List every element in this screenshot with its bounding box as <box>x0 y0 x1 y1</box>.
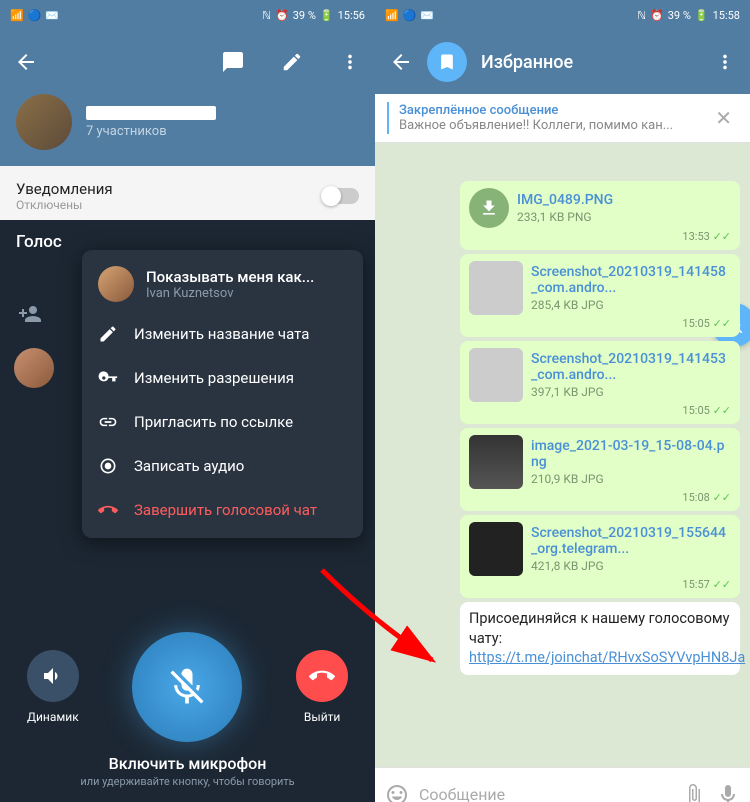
chat-icon[interactable] <box>221 50 245 74</box>
avatar <box>98 266 134 302</box>
attach-icon[interactable] <box>682 783 706 802</box>
more-icon[interactable] <box>339 51 361 73</box>
status-bar: 📶🔵✉️ ℕ⏰39 %🔋15:58 <box>375 0 750 30</box>
participant-avatar[interactable] <box>14 348 54 388</box>
mic-muted-icon <box>165 665 209 709</box>
screen-voice-chat: 📶🔵✉️ ℕ⏰39 %🔋15:56 7 участников Уведомлен… <box>0 0 375 802</box>
notifications-toggle[interactable] <box>323 188 359 204</box>
link-icon <box>98 412 118 432</box>
close-icon[interactable]: ✕ <box>709 106 738 130</box>
key-icon <box>98 368 118 388</box>
saved-avatar[interactable] <box>427 42 467 82</box>
record-icon <box>98 456 118 476</box>
screen-saved-messages: 📶🔵✉️ ℕ⏰39 %🔋15:58 Избранное Закреплённое… <box>375 0 750 802</box>
file-message[interactable]: Screenshot_20210319_155644_org.telegram.… <box>460 515 740 598</box>
menu-invite-link[interactable]: Пригласить по ссылке <box>82 400 363 444</box>
file-message[interactable]: image_2021-03-19_15-08-04.png 210,9 KB J… <box>460 428 740 511</box>
more-icon[interactable] <box>714 51 736 73</box>
thumbnail <box>469 522 523 576</box>
status-bar: 📶🔵✉️ ℕ⏰39 %🔋15:56 <box>0 0 375 30</box>
pencil-icon <box>98 324 118 344</box>
message-input[interactable] <box>419 785 672 802</box>
file-message[interactable]: IMG_0489.PNG 233,1 KB PNG 13:53 ✓✓ <box>460 181 740 250</box>
group-name-redacted <box>86 106 216 120</box>
menu-end-chat[interactable]: Завершить голосовой чат <box>82 488 363 532</box>
mic-button[interactable] <box>132 632 242 742</box>
pinned-message[interactable]: Закреплённое сообщение Важное объявление… <box>375 94 750 143</box>
chat-title[interactable]: Избранное <box>481 52 700 73</box>
edit-icon[interactable] <box>281 51 303 73</box>
header: Избранное <box>375 30 750 94</box>
group-info[interactable]: 7 участников <box>0 94 375 166</box>
group-avatar <box>16 94 72 150</box>
menu-rename[interactable]: Изменить название чата <box>82 312 363 356</box>
chat-area[interactable]: 08:53 ✓✓ IMG_0489.PNG 233,1 KB PNG 13:53… <box>375 143 750 767</box>
member-count: 7 участников <box>86 124 216 139</box>
join-link[interactable]: https://t.me/joinchat/RHvxSoSYVvpHN8Ja <box>469 649 745 666</box>
notifications-row[interactable]: Уведомления Отключены <box>0 166 375 227</box>
text-message[interactable]: Присоединяйся к нашему голосовому чату: … <box>460 602 740 675</box>
speaker-button[interactable]: Динамик <box>27 650 79 724</box>
file-message[interactable]: Screenshot_20210319_141458_com.andro... … <box>460 254 740 337</box>
call-controls: Динамик Выйти <box>0 632 375 742</box>
download-icon[interactable] <box>469 188 509 228</box>
voice-chat-title: Голос <box>16 232 62 252</box>
thumbnail <box>469 435 523 489</box>
hangup-icon <box>98 500 118 520</box>
hangup-icon <box>309 663 335 689</box>
bookmark-icon <box>437 52 457 72</box>
file-message[interactable]: Screenshot_20210319_141453_com.andro... … <box>460 341 740 424</box>
speaker-icon <box>41 664 65 688</box>
thumbnail <box>469 261 523 315</box>
mic-icon[interactable] <box>716 783 740 802</box>
mic-hint: Включить микрофон или удерживайте кнопку… <box>0 754 375 788</box>
emoji-icon[interactable] <box>385 783 409 802</box>
thumbnail <box>469 348 523 402</box>
composer <box>375 767 750 802</box>
back-icon[interactable] <box>389 50 413 74</box>
menu-record[interactable]: Записать аудио <box>82 444 363 488</box>
exit-button[interactable]: Выйти <box>296 650 348 724</box>
menu-show-as[interactable]: Показывать меня как... Ivan Kuznetsov <box>82 256 363 312</box>
context-menu: Показывать меня как... Ivan Kuznetsov Из… <box>82 250 363 538</box>
header <box>0 30 375 94</box>
menu-permissions[interactable]: Изменить разрешения <box>82 356 363 400</box>
add-user-icon[interactable] <box>18 302 42 326</box>
back-icon[interactable] <box>14 50 38 74</box>
